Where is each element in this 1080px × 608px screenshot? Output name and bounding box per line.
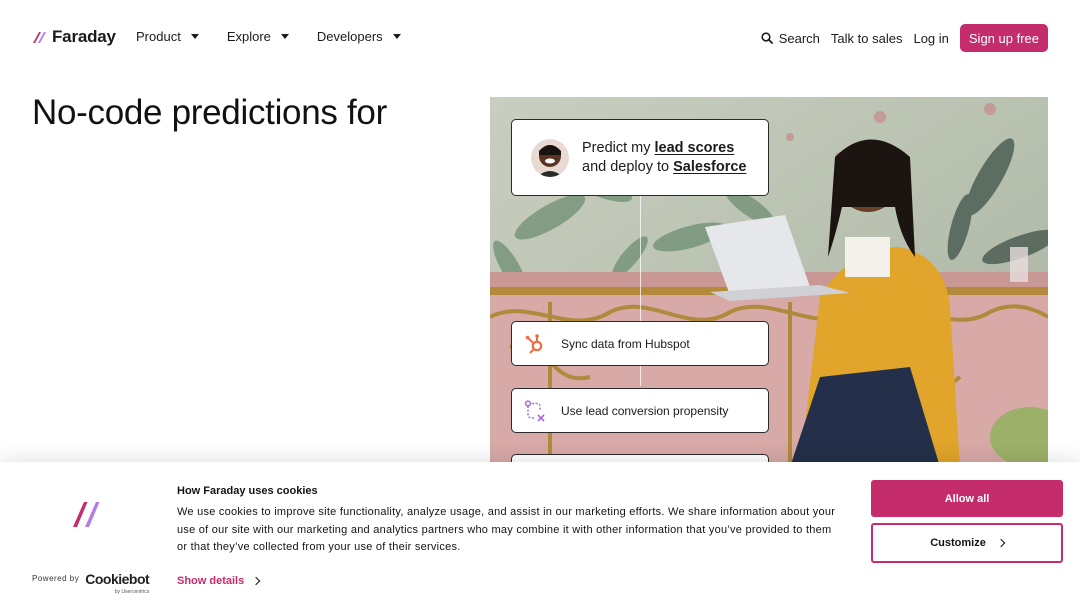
nav-actions: Search Talk to sales Log in Sign up free: [761, 24, 1048, 52]
prediction-card: Predict my lead scores and deploy to Sal…: [511, 119, 769, 196]
faraday-cookie-logo-icon: [73, 502, 100, 527]
nav-developers[interactable]: Developers: [317, 29, 401, 44]
faraday-logo[interactable]: Faraday: [32, 27, 116, 47]
search-button[interactable]: Search: [761, 31, 820, 46]
step-card-sync: Sync data from Hubspot: [511, 321, 769, 366]
talk-to-sales-link[interactable]: Talk to sales: [831, 31, 903, 46]
cookie-banner: Powered by Cookiebot by Usercentrics How…: [0, 462, 1080, 608]
brand-name: Faraday: [52, 27, 116, 46]
nav-product-label: Product: [136, 29, 181, 44]
customize-button[interactable]: Customize: [871, 523, 1063, 563]
signup-button[interactable]: Sign up free: [959, 24, 1048, 52]
faraday-logo-icon: [33, 32, 46, 43]
step-sync-label: Sync data from Hubspot: [561, 336, 690, 351]
lead-scores-highlight: lead scores: [654, 139, 735, 156]
hubspot-icon: [525, 333, 543, 354]
cookiebot-attribution[interactable]: Powered by Cookiebot by Usercentrics: [32, 572, 150, 595]
show-details-link[interactable]: Show details: [177, 575, 261, 587]
chevron-down-icon: [280, 34, 289, 39]
cookie-body: We use cookies to improve site functiona…: [177, 506, 836, 553]
salesforce-highlight: Salesforce: [673, 158, 747, 175]
chevron-right-icon: [996, 538, 1006, 548]
cookiebot-logo: Cookiebot by Usercentrics: [85, 572, 149, 595]
prediction-prefix: Predict my: [582, 139, 655, 156]
chevron-down-icon: [190, 34, 199, 39]
cookiebot-sub: by Usercentrics: [114, 589, 150, 595]
prediction-text: Predict my lead scores and deploy to Sal…: [582, 139, 746, 177]
allow-all-button[interactable]: Allow all: [871, 480, 1063, 517]
nav-explore[interactable]: Explore: [227, 29, 289, 44]
chevron-down-icon: [392, 34, 401, 39]
step-card-propensity: Use lead conversion propensity: [511, 388, 769, 433]
person-avatar-icon: [531, 138, 569, 177]
show-details-label: Show details: [177, 575, 245, 587]
main-menu: Product Explore Developers: [136, 29, 401, 44]
nav-developers-label: Developers: [316, 29, 383, 44]
search-icon: [761, 32, 773, 44]
search-label: Search: [778, 30, 820, 46]
nav-explore-label: Explore: [226, 29, 271, 44]
powered-by-label: Powered by: [32, 574, 80, 583]
avatar: [531, 138, 569, 177]
step-propensity-label: Use lead conversion propensity: [561, 403, 729, 418]
prediction-middle: and deploy to: [582, 158, 674, 175]
propensity-path-icon: [524, 399, 545, 422]
top-navigation: Faraday Product Explore Developers Searc…: [0, 0, 1080, 76]
customize-label: Customize: [930, 537, 986, 549]
chevron-right-icon: [252, 576, 261, 586]
nav-product[interactable]: Product: [136, 29, 199, 44]
cookie-title: How Faraday uses cookies: [177, 485, 318, 497]
login-link[interactable]: Log in: [913, 31, 948, 46]
hero-title: No-code predictions for: [32, 93, 387, 132]
